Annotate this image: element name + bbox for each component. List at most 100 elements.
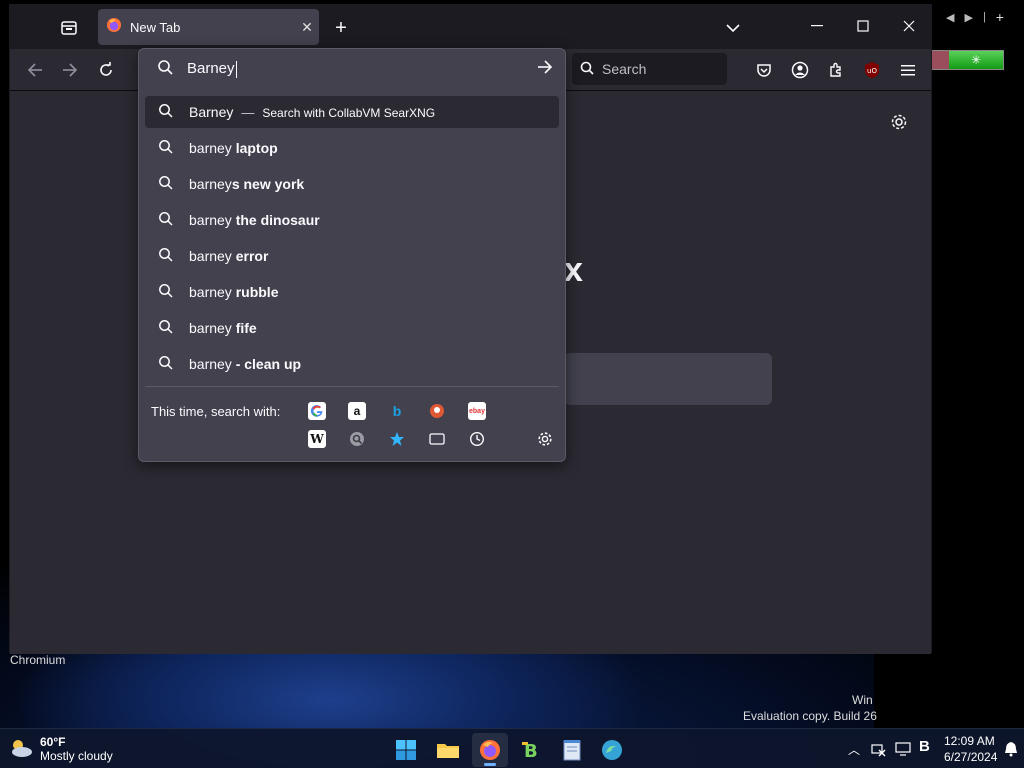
suggestion-prefix: barney bbox=[189, 356, 236, 372]
divider bbox=[145, 386, 559, 387]
weather-icon[interactable] bbox=[8, 737, 34, 764]
forward-icon[interactable] bbox=[56, 56, 84, 84]
search-placeholder: Search bbox=[602, 61, 647, 77]
search-icon bbox=[158, 139, 173, 157]
notification-bell-icon[interactable] bbox=[1004, 741, 1018, 762]
edge-taskbar-icon[interactable] bbox=[594, 733, 630, 767]
suggestion-prefix: barney bbox=[189, 212, 236, 228]
clock-time[interactable]: 12:09 AM bbox=[944, 734, 995, 748]
suggestion-prefix: barney bbox=[189, 176, 232, 192]
oneoff-label: This time, search with: bbox=[151, 404, 281, 419]
newtab-search-field[interactable] bbox=[564, 353, 772, 405]
account-icon[interactable] bbox=[786, 56, 814, 84]
suggestion-item[interactable]: barney - clean up bbox=[145, 348, 559, 380]
search-icon bbox=[158, 319, 173, 337]
suggestion-item[interactable]: barney the dinosaur bbox=[145, 204, 559, 236]
close-window-icon[interactable] bbox=[898, 15, 920, 37]
pocket-icon[interactable] bbox=[750, 56, 778, 84]
weather-temp: 60°F bbox=[40, 735, 66, 749]
suggestion-item[interactable]: barneys new york bbox=[145, 168, 559, 200]
menu-icon[interactable] bbox=[894, 56, 922, 84]
amazon-icon[interactable]: a bbox=[348, 402, 366, 420]
suggestion-item[interactable]: barney laptop bbox=[145, 132, 559, 164]
display-icon[interactable] bbox=[895, 741, 911, 762]
watermark-line2: Evaluation copy. Build 26 bbox=[743, 709, 877, 723]
search-icon bbox=[158, 211, 173, 229]
url-input[interactable]: Barney bbox=[139, 49, 565, 89]
taskbar: 60°F Mostly cloudy B ︿ B 12:09 AM 6/27/2… bbox=[0, 728, 1024, 768]
search-icon bbox=[158, 175, 173, 193]
vm-toolbar: ◀ ▶ | + bbox=[932, 0, 1024, 34]
bing-icon[interactable]: b bbox=[388, 402, 406, 420]
duckduckgo-icon[interactable] bbox=[428, 402, 446, 420]
search-icon bbox=[580, 61, 594, 78]
chevron-up-icon[interactable]: ︿ bbox=[848, 741, 860, 758]
suggestion-completion: s new york bbox=[231, 176, 305, 192]
list-all-tabs-icon[interactable] bbox=[722, 17, 744, 39]
network-icon[interactable] bbox=[870, 741, 886, 762]
suggestion-completion: error bbox=[235, 248, 269, 264]
search-icon bbox=[158, 283, 173, 301]
bookmarks-icon[interactable] bbox=[388, 430, 406, 448]
ublock-origin-icon[interactable]: uO bbox=[858, 56, 886, 84]
extensions-icon[interactable] bbox=[822, 56, 850, 84]
file-explorer-icon[interactable] bbox=[430, 733, 466, 767]
vm-status-indicator: ✳ bbox=[930, 50, 1004, 70]
firefox-view-icon[interactable] bbox=[58, 17, 80, 39]
suggestion-completion: rubble bbox=[235, 284, 279, 300]
suggestion-prefix: barney bbox=[189, 284, 236, 300]
tab-title: New Tab bbox=[130, 19, 181, 35]
add-icon[interactable]: + bbox=[996, 9, 1004, 25]
text-caret bbox=[235, 60, 237, 78]
suggestion-item[interactable]: barney rubble bbox=[145, 276, 559, 308]
start-icon[interactable] bbox=[388, 733, 424, 767]
search-icon bbox=[157, 59, 173, 80]
google-icon[interactable] bbox=[308, 402, 326, 420]
suggestion-prefix: barney bbox=[189, 140, 236, 156]
suggestion-dash: — bbox=[241, 105, 255, 120]
suggestion-completion: - clean up bbox=[235, 356, 302, 372]
gear-icon[interactable] bbox=[890, 113, 908, 136]
desktop-icon-label-chromium[interactable]: Chromium bbox=[10, 653, 65, 667]
suggestion-item[interactable]: barney error bbox=[145, 240, 559, 272]
wikipedia-icon[interactable]: W bbox=[308, 430, 326, 448]
thunderbird-tray-icon[interactable]: B bbox=[919, 738, 930, 755]
search-icon bbox=[158, 103, 173, 121]
searxng-icon[interactable] bbox=[348, 430, 366, 448]
clock-date[interactable]: 6/27/2024 bbox=[944, 750, 997, 764]
close-tab-icon[interactable]: ✕ bbox=[295, 19, 319, 36]
url-input-text: Barney bbox=[187, 60, 235, 78]
weather-desc: Mostly cloudy bbox=[40, 749, 113, 763]
suggestion-completion: fife bbox=[235, 320, 257, 336]
search-bar[interactable]: Search bbox=[572, 53, 727, 85]
tabs-icon[interactable] bbox=[428, 430, 446, 448]
search-icon bbox=[158, 355, 173, 373]
reload-icon[interactable] bbox=[92, 56, 120, 84]
suggestion-text: Barney bbox=[189, 104, 234, 120]
notepad-taskbar-icon[interactable] bbox=[554, 733, 590, 767]
suggestion-completion: the dinosaur bbox=[235, 212, 320, 228]
suggestion-action: Search with CollabVM SearXNG bbox=[262, 106, 436, 120]
firefox-taskbar-icon[interactable] bbox=[472, 733, 508, 767]
watermark-line1: Win bbox=[852, 693, 873, 707]
suggestion-prefix: barney bbox=[189, 248, 236, 264]
suggestion-search-with-engine[interactable]: Barney — Search with CollabVM SearXNG bbox=[145, 96, 559, 128]
thunderbird-taskbar-icon[interactable]: B bbox=[514, 733, 550, 767]
tab-new-tab[interactable]: New Tab ✕ bbox=[98, 9, 319, 45]
next-icon[interactable]: ▶ bbox=[964, 11, 972, 24]
minimize-icon[interactable] bbox=[806, 15, 828, 37]
search-settings-icon[interactable] bbox=[536, 430, 554, 448]
new-tab-icon[interactable]: + bbox=[330, 17, 352, 39]
go-arrow-icon[interactable] bbox=[537, 60, 553, 79]
separator: | bbox=[982, 11, 986, 23]
maximize-icon[interactable] bbox=[852, 15, 874, 37]
prev-icon[interactable]: ◀ bbox=[946, 11, 954, 24]
back-icon[interactable] bbox=[21, 56, 49, 84]
ebay-icon[interactable]: ebay bbox=[468, 402, 486, 420]
tab-bar: New Tab ✕ + bbox=[10, 5, 931, 49]
search-icon bbox=[158, 247, 173, 265]
suggestion-item[interactable]: barney fife bbox=[145, 312, 559, 344]
suggestion-completion: laptop bbox=[235, 140, 278, 156]
history-icon[interactable] bbox=[468, 430, 486, 448]
firefox-logo-icon bbox=[106, 17, 122, 38]
